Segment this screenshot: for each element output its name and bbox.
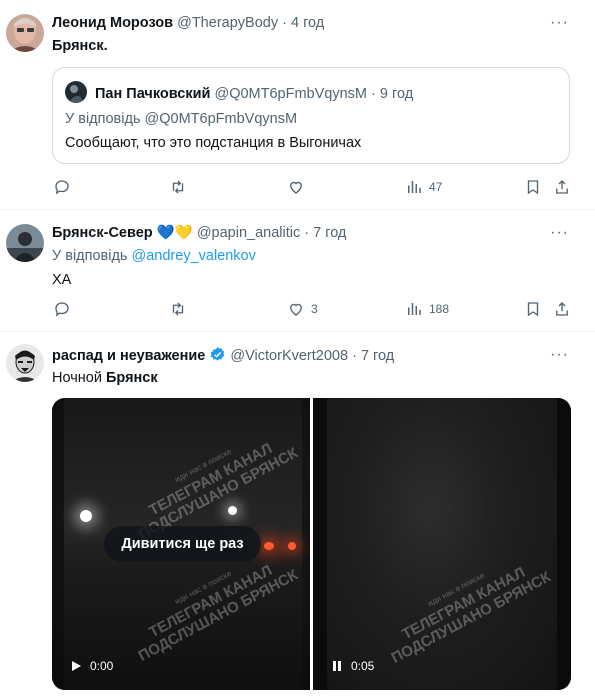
avatar[interactable] [6,224,44,262]
views-icon [408,181,421,193]
tweet-text: Брянск. [52,38,108,54]
quoted-tweet[interactable]: Пан Пачковский @Q0MT6pFmbVqynsM · 9 год … [52,67,570,164]
heart-icon [290,181,302,194]
avatar[interactable] [6,344,44,382]
reply-mention[interactable]: @andrey_valenkov [132,248,256,264]
user-handle[interactable]: @Q0MT6pFmbVqynsM [214,86,367,102]
video-time: 0:05 [351,659,375,673]
more-options-icon[interactable]: ··· [550,347,569,363]
play-icon[interactable] [70,660,82,672]
quote-text: Сообщают, что это подстанция в Выгоничах [65,135,362,151]
tweet-header: распад и неуважение @VictorKvert2008 · 7… [52,346,394,365]
timestamp[interactable]: 7 год [313,225,346,241]
views-icon [408,303,421,315]
tweet-text: ХА [52,272,72,288]
share-button[interactable] [553,300,571,318]
video-time: 0:00 [90,659,114,673]
video-frame [327,398,557,690]
separator-dot: · [352,348,357,364]
tweet-text: Ночной Брянск [52,368,158,388]
separator-dot: · [304,225,310,241]
display-name[interactable]: Пан Пачковский [95,86,210,102]
more-options-icon[interactable]: ··· [550,225,569,241]
repost-button[interactable] [169,300,193,318]
reply-icon [55,180,69,195]
like-button[interactable] [287,178,311,196]
tweet-header: Леонид Морозов @TherapyBody · 4 год [52,14,324,32]
tweet[interactable]: Брянск-Север 💙💛 @papin_analitic · 7 год … [0,210,595,332]
tweet-header: Брянск-Север 💙💛 @papin_analitic · 7 год [52,224,346,242]
avatar[interactable] [6,14,44,52]
replay-button[interactable]: Дивитися ще раз [104,526,261,562]
bookmark-icon [527,302,539,317]
reply-mention[interactable]: @Q0MT6pFmbVqynsM [145,111,298,127]
like-button[interactable]: 3 [287,300,318,318]
quote-header: Пан Пачковский @Q0MT6pFmbVqynsM · 9 год [95,85,413,103]
more-options-icon[interactable]: ··· [550,15,569,31]
timestamp[interactable]: 4 год [291,15,324,31]
video-player[interactable]: иди нас в поиске ТЕЛЕГРАМ КАНАЛ ПОДСЛУША… [52,398,310,690]
separator-dot: · [371,86,376,102]
repost-icon [172,180,184,194]
views-button[interactable]: 188 [405,300,449,318]
user-handle[interactable]: @papin_analitic [197,225,300,241]
views-button[interactable]: 47 [405,178,442,196]
views-count: 188 [429,302,450,316]
display-name[interactable]: Леонид Морозов [52,15,173,31]
heart-icon [290,303,302,316]
action-bar: 47 [0,178,595,198]
video-player[interactable]: иди нас в поиске ТЕЛЕГРАМ КАНАЛ ПОДСЛУША… [313,398,571,690]
reply-button[interactable] [53,178,77,196]
reply-context: У відповідь @andrey_valenkov [52,246,256,266]
reply-context: У відповідь @Q0MT6pFmbVqynsM [65,109,297,129]
repost-button[interactable] [169,178,193,196]
action-bar: 3 188 [0,300,595,320]
reply-prefix: У відповідь [52,248,128,264]
light-glow [228,506,237,515]
media-container: иди нас в поиске ТЕЛЕГРАМ КАНАЛ ПОДСЛУША… [52,398,571,690]
video-controls: 0:05 [331,659,374,673]
user-handle[interactable]: @VictorKvert2008 [230,348,348,364]
reply-icon [55,302,69,317]
user-handle[interactable]: @TherapyBody [177,15,278,31]
emoji-badge: 💙💛 [156,225,193,241]
verified-badge-icon [211,347,225,361]
tweet-text-prefix: Ночной [52,370,106,386]
views-count: 47 [429,180,443,194]
video-controls: 0:00 [70,659,113,673]
bookmark-button[interactable] [524,178,542,196]
repost-icon [172,302,184,316]
reply-prefix: У відповідь [65,111,141,127]
display-name[interactable]: распад и неуважение [52,348,205,364]
share-icon [556,180,568,194]
share-icon [556,302,568,316]
timestamp[interactable]: 9 год [380,86,413,102]
light-glow [288,542,296,550]
avatar[interactable] [65,81,87,103]
like-count: 3 [311,302,318,316]
reply-button[interactable] [53,300,77,318]
timestamp[interactable]: 7 год [361,348,394,364]
share-button[interactable] [553,178,571,196]
light-glow [80,510,92,522]
tweet-text-bold: Брянск [105,370,158,386]
tweet[interactable]: Леонид Морозов @TherapyBody · 4 год ··· … [0,0,595,210]
separator-dot: · [282,15,287,31]
display-name[interactable]: Брянск-Север [52,225,153,241]
bookmark-icon [527,180,539,195]
pause-icon[interactable] [331,660,343,672]
bookmark-button[interactable] [524,300,542,318]
